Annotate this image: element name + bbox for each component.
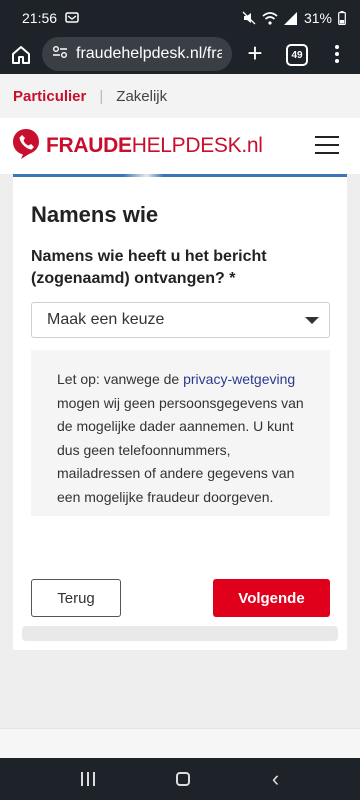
tab-switcher-button[interactable]: 49 (286, 44, 308, 66)
audience-nav: Particulier | Zakelijk (0, 74, 360, 118)
logo-wordmark-regular: HELPDESK (131, 134, 242, 157)
url-text: fraudehelpdesk.nl/frau (76, 45, 222, 62)
home-icon[interactable] (10, 44, 32, 66)
notification-icon (65, 10, 79, 26)
system-navigation-bar: ‹ (0, 758, 360, 800)
page-footer-strip (0, 728, 360, 758)
progress-bar (22, 626, 338, 641)
site-settings-icon[interactable] (52, 45, 68, 64)
wifi-icon (262, 11, 278, 25)
logo-wordmark-bold: FRAUDE (46, 134, 132, 157)
privacy-notice: Let op: vanwege de privacy-wetgeving mog… (31, 350, 330, 516)
system-home-icon[interactable] (176, 772, 191, 786)
more-options-icon[interactable] (332, 42, 342, 66)
question-label: Namens wie heeft u het bericht (zogenaam… (31, 248, 267, 287)
battery-icon (338, 11, 346, 25)
select-value: Maak een keuze (47, 311, 165, 328)
site-header: FRAUDEHELPDESK.nl (0, 118, 360, 174)
browser-toolbar: fraudehelpdesk.nl/frau + 49 (0, 36, 360, 74)
new-tab-icon[interactable]: + (244, 40, 266, 66)
signal-icon (283, 11, 298, 25)
mute-icon (242, 11, 256, 25)
privacy-link[interactable]: privacy-wetgeving (183, 371, 295, 387)
battery-text: 31% (303, 10, 332, 26)
system-back-icon[interactable]: ‹ (272, 768, 279, 790)
status-time: 21:56 (22, 10, 58, 26)
card-accent-line (13, 174, 347, 177)
form-card: Namens wie Namens wie heeft u het berich… (13, 174, 347, 650)
status-bar: 21:56 31% (0, 0, 360, 36)
form-heading: Namens wie (31, 202, 159, 227)
main-content: Namens wie Namens wie heeft u het berich… (0, 174, 360, 758)
logo-wordmark: FRAUDEHELPDESK.nl (46, 134, 263, 158)
phone-logo-icon (12, 128, 40, 165)
nav-particulier[interactable]: Particulier (13, 88, 86, 105)
notice-text-end: mogen wij geen persoonsgegevens van de m… (57, 394, 304, 505)
nav-zakelijk[interactable]: Zakelijk (116, 88, 167, 105)
address-bar[interactable]: fraudehelpdesk.nl/frau (42, 37, 232, 71)
logo-wordmark-tld: .nl (241, 134, 263, 157)
hamburger-menu-icon[interactable] (315, 136, 339, 154)
recent-apps-icon[interactable] (80, 772, 95, 786)
sender-select[interactable]: Maak een keuze (31, 302, 330, 338)
notice-text-start: Let op: vanwege de (57, 371, 184, 387)
next-button[interactable]: Volgende (213, 579, 330, 617)
back-button[interactable]: Terug (31, 579, 121, 617)
site-logo[interactable]: FRAUDEHELPDESK.nl (12, 128, 263, 165)
chevron-down-icon (305, 317, 319, 324)
nav-separator: | (99, 87, 104, 105)
